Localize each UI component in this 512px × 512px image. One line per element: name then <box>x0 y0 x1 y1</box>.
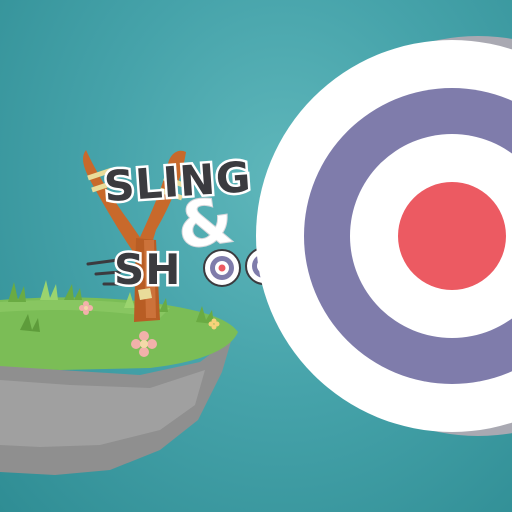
logo-target-o-1 <box>203 249 241 287</box>
logo-line2-start: SH <box>114 245 181 294</box>
target-bullseye <box>398 182 506 290</box>
logo-line1: SLING <box>103 152 253 211</box>
floating-island <box>0 280 238 475</box>
game-screen: & SLING SH T! <box>0 0 512 512</box>
target-icon <box>256 36 512 436</box>
scene: & SLING SH T! <box>0 36 512 475</box>
